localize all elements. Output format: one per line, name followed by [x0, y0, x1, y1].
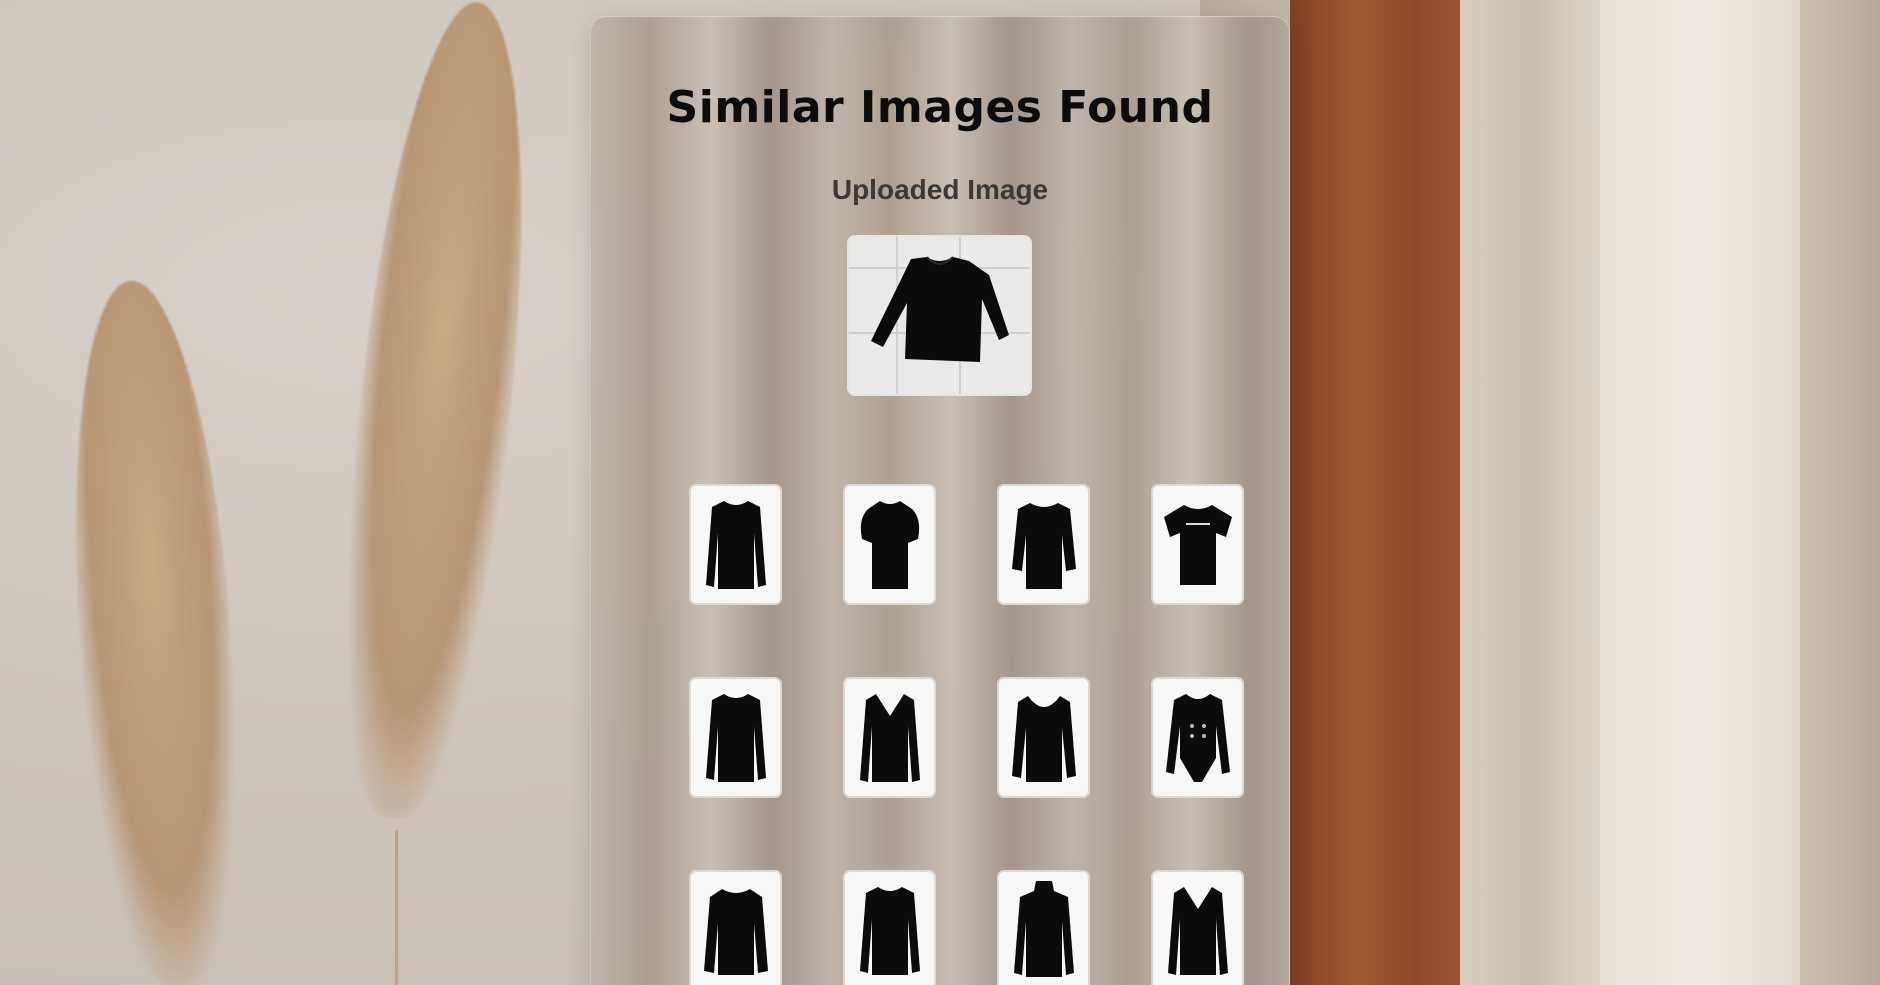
tshirt-icon: [1163, 504, 1232, 585]
similar-image-thumbnail[interactable]: [997, 484, 1090, 605]
wrap-top-icon: [859, 693, 920, 782]
similar-image-thumbnail[interactable]: [843, 484, 936, 605]
pampas-stem: [395, 830, 398, 985]
sweater-icon: [703, 888, 768, 975]
long-sleeve-top-icon: [705, 500, 766, 589]
uploaded-image: [847, 235, 1032, 396]
similar-image-thumbnail[interactable]: [843, 870, 936, 985]
similar-image-thumbnail[interactable]: [689, 870, 782, 985]
similar-image-thumbnail[interactable]: [1151, 870, 1244, 985]
similar-image-thumbnail[interactable]: [689, 677, 782, 798]
button-bodysuit-icon: [1165, 693, 1230, 782]
similar-image-thumbnail[interactable]: [1151, 677, 1244, 798]
page-title: Similar Images Found: [666, 82, 1214, 133]
similar-image-thumbnail[interactable]: [689, 484, 782, 605]
turtleneck-icon: [1013, 880, 1074, 977]
clothes-rack-background: [1200, 0, 1880, 985]
similar-image-thumbnail[interactable]: [997, 870, 1090, 985]
three-quarter-sleeve-top-icon: [1011, 502, 1076, 589]
long-sleeve-top-icon: [859, 886, 920, 975]
black-sweater-icon: [871, 256, 1009, 362]
scoop-neck-top-icon: [1011, 695, 1076, 782]
puff-sleeve-top-icon: [860, 500, 919, 589]
page-background: Similar Images Found Uploaded Image: [0, 0, 1880, 985]
similar-image-thumbnail[interactable]: [843, 677, 936, 798]
uploaded-image-heading: Uploaded Image: [831, 174, 1049, 205]
similar-image-thumbnail[interactable]: [997, 677, 1090, 798]
similar-image-thumbnail[interactable]: [1151, 484, 1244, 605]
wrap-top-icon: [1167, 886, 1228, 975]
long-sleeve-top-icon: [705, 693, 766, 782]
